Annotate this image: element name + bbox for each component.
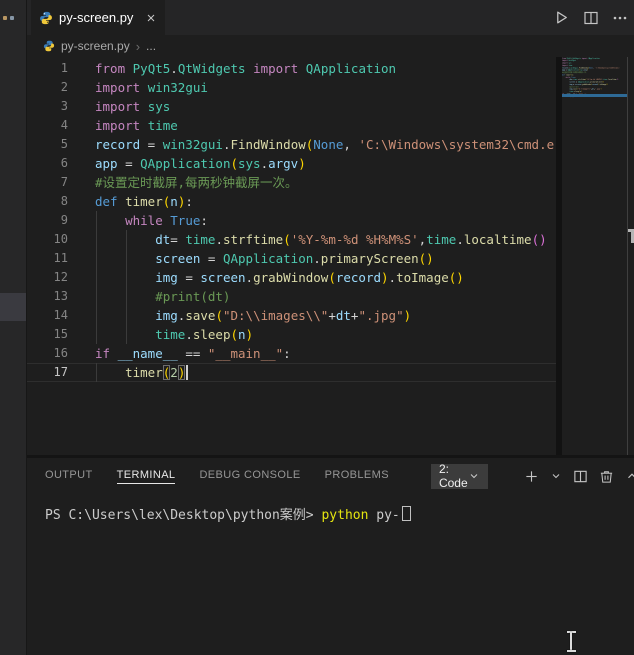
line-number: 8 xyxy=(27,192,68,211)
terminal-typed-text: py- xyxy=(376,508,399,523)
vscode-window: py-screen.py xyxy=(0,0,634,655)
split-terminal-icon[interactable] xyxy=(573,469,588,484)
code-line[interactable]: 5 record = win32gui.FindWindow(None, 'C:\… xyxy=(27,135,556,154)
terminal-prompt: PS C:\Users\lex\Desktop\python案例> xyxy=(45,508,314,523)
line-number: 15 xyxy=(27,325,68,344)
breadcrumb: py-screen.py › ... xyxy=(27,35,572,57)
code-text: import time xyxy=(95,116,178,135)
editor-actions xyxy=(553,0,628,35)
code-line[interactable]: 8 def timer(n): xyxy=(27,192,556,211)
line-number: 4 xyxy=(27,116,68,135)
left-edge-dot xyxy=(3,16,7,20)
line-number: 9 xyxy=(27,211,68,230)
chevron-right-icon: › xyxy=(136,39,140,54)
breadcrumb-file[interactable]: py-screen.py xyxy=(61,39,130,53)
code-line[interactable]: 12 img = screen.grabWindow(record).toIma… xyxy=(27,268,556,287)
tab-title: py-screen.py xyxy=(59,10,133,25)
panel-actions xyxy=(524,469,634,484)
code-text: img.save("D:\\images\\"+dt+".jpg") xyxy=(95,306,411,325)
code-line[interactable]: 1 from PyQt5.QtWidgets import QApplicatio… xyxy=(27,59,556,78)
code-text: app = QApplication(sys.argv) xyxy=(95,154,306,173)
line-number: 1 xyxy=(27,59,68,78)
code-text: time.sleep(n) xyxy=(95,325,253,344)
code-text: img = screen.grabWindow(record).toImage(… xyxy=(95,268,464,287)
code-line[interactable]: 7 #设置定时截屏,每两秒钟截屏一次。 xyxy=(27,173,556,192)
line-number: 5 xyxy=(27,135,68,154)
code-text: import sys xyxy=(95,97,170,116)
chevron-down-icon[interactable] xyxy=(550,470,562,482)
code-editor[interactable]: 1 from PyQt5.QtWidgets import QApplicatio… xyxy=(27,57,556,455)
tab-debug-console[interactable]: DEBUG CONSOLE xyxy=(199,469,300,484)
line-number: 14 xyxy=(27,306,68,325)
play-icon[interactable] xyxy=(553,9,570,26)
overview-ruler-mark xyxy=(628,229,634,243)
line-number: 16 xyxy=(27,344,68,363)
line-number: 7 xyxy=(27,173,68,192)
bottom-panel: OUTPUT TERMINAL DEBUG CONSOLE PROBLEMS 2… xyxy=(27,458,634,655)
code-text: def timer(n): xyxy=(95,192,193,211)
code-line[interactable]: 14 img.save("D:\\images\\"+dt+".jpg") xyxy=(27,306,556,325)
tab-problems[interactable]: PROBLEMS xyxy=(325,469,389,484)
line-number: 2 xyxy=(27,78,68,97)
chevron-down-icon xyxy=(468,470,480,482)
code-text: record = win32gui.FindWindow(None, 'C:\W… xyxy=(95,135,554,154)
tab-terminal[interactable]: TERMINAL xyxy=(117,469,176,484)
left-edge-selection-band xyxy=(0,293,26,321)
close-icon[interactable] xyxy=(145,12,157,24)
code-text: timer(2) xyxy=(95,363,188,382)
line-number: 6 xyxy=(27,154,68,173)
breadcrumb-more[interactable]: ... xyxy=(146,39,156,53)
terminal-selector[interactable]: 2: Code xyxy=(431,464,488,489)
python-icon xyxy=(43,40,55,52)
line-number: 3 xyxy=(27,97,68,116)
line-number: 13 xyxy=(27,287,68,306)
code-line[interactable]: 4 import time xyxy=(27,116,556,135)
text-cursor xyxy=(186,365,188,380)
tab-output[interactable]: OUTPUT xyxy=(45,469,93,484)
minimap-active-line-highlight xyxy=(562,94,627,97)
ellipsis-icon[interactable] xyxy=(612,10,628,26)
code-text: import win32gui xyxy=(95,78,208,97)
overview-ruler-divider xyxy=(627,57,628,455)
terminal-content[interactable]: PS C:\Users\lex\Desktop\python案例> python… xyxy=(45,506,411,525)
chevron-up-icon[interactable] xyxy=(625,469,634,483)
minimap-code: from PyQt5.QtWidgets import QApplication… xyxy=(562,57,627,97)
line-number: 17 xyxy=(27,363,68,382)
code-line[interactable]: 2 import win32gui xyxy=(27,78,556,97)
code-line[interactable]: 13 #print(dt) xyxy=(27,287,556,306)
code-lines: 1 from PyQt5.QtWidgets import QApplicatio… xyxy=(27,59,556,382)
plus-icon[interactable] xyxy=(524,469,539,484)
left-edge-dot xyxy=(10,16,14,20)
code-text: dt= time.strftime('%Y-%m-%d %H%M%S',time… xyxy=(95,230,547,249)
code-line[interactable]: 6 app = QApplication(sys.argv) xyxy=(27,154,556,173)
code-line[interactable]: 11 screen = QApplication.primaryScreen() xyxy=(27,249,556,268)
terminal-selector-value: 2: Code xyxy=(439,462,468,490)
terminal-cursor xyxy=(402,506,411,521)
code-line[interactable]: 9 while True: xyxy=(27,211,556,230)
code-text: #设置定时截屏,每两秒钟截屏一次。 xyxy=(95,173,298,192)
code-line[interactable]: 17 timer(2) xyxy=(27,363,556,382)
terminal-command: python xyxy=(321,508,368,523)
line-number: 11 xyxy=(27,249,68,268)
code-line[interactable]: 10 dt= time.strftime('%Y-%m-%d %H%M%S',t… xyxy=(27,230,556,249)
code-line[interactable]: 15 time.sleep(n) xyxy=(27,325,556,344)
python-icon xyxy=(39,11,53,25)
line-number: 10 xyxy=(27,230,68,249)
code-line[interactable]: 3 import sys xyxy=(27,97,556,116)
code-text: if __name__ == "__main__": xyxy=(95,344,291,363)
tab-py-screen[interactable]: py-screen.py xyxy=(31,0,165,35)
editor-tab-bar: py-screen.py xyxy=(27,0,634,35)
panel-header: OUTPUT TERMINAL DEBUG CONSOLE PROBLEMS 2… xyxy=(27,458,634,494)
line-number: 12 xyxy=(27,268,68,287)
code-line[interactable]: 16 if __name__ == "__main__": xyxy=(27,344,556,363)
code-text: from PyQt5.QtWidgets import QApplication xyxy=(95,59,396,78)
code-text: while True: xyxy=(95,211,208,230)
left-window-edge xyxy=(0,0,27,655)
minimap[interactable]: from PyQt5.QtWidgets import QApplication… xyxy=(562,57,627,455)
trash-icon[interactable] xyxy=(599,469,614,484)
code-text: screen = QApplication.primaryScreen() xyxy=(95,249,434,268)
split-editor-icon[interactable] xyxy=(583,10,599,26)
code-text: #print(dt) xyxy=(95,287,230,306)
